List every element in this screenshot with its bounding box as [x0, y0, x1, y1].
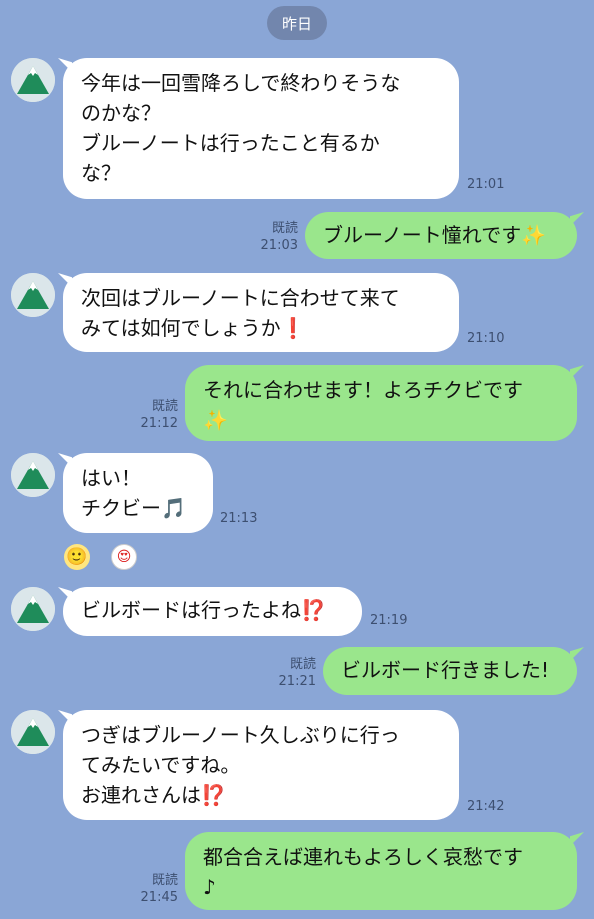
outgoing-message-bubble[interactable]: 都合合えば連れもよろしく哀愁です ♪: [185, 832, 577, 910]
mountain-avatar-icon: [11, 587, 55, 631]
read-receipt: 既読 21:21: [279, 656, 316, 690]
message-time: 21:01: [467, 177, 505, 192]
message-time: 21:42: [467, 799, 505, 814]
incoming-message-bubble[interactable]: つぎはブルーノート久しぶりに行っ てみたいですね。 お連れさんは⁉️: [63, 710, 459, 820]
incoming-message-bubble[interactable]: 今年は一回雪降ろしで終わりそうな のかな？ ブルーノートは行ったこと有るか な？: [63, 58, 459, 199]
mountain-avatar-icon: [11, 710, 55, 754]
sender-avatar[interactable]: [11, 453, 55, 497]
mountain-avatar-icon: [11, 58, 55, 102]
message-time: 21:13: [220, 511, 258, 526]
heart-eyes-face-icon[interactable]: 😍: [111, 544, 137, 570]
message-line: ブルーノートは行ったこと有るか: [81, 131, 380, 155]
message-line: 都合合えば連れもよろしく哀愁です: [203, 845, 523, 869]
smile-face-icon[interactable]: 🙂: [64, 544, 90, 570]
message-line: 今年は一回雪降ろしで終わりそうな: [81, 71, 401, 95]
read-label: 既読: [289, 657, 316, 672]
message-time: 21:45: [140, 890, 178, 905]
message-line: ♪: [203, 875, 216, 899]
message-line: つぎはブルーノート久しぶりに行っ: [81, 723, 400, 747]
bubble-tail: [570, 832, 584, 846]
read-label: 既読: [271, 221, 298, 236]
sender-avatar[interactable]: [11, 58, 55, 102]
outgoing-message-bubble[interactable]: ブルーノート憧れです✨: [305, 212, 577, 259]
message-line: それに合わせます！よろチクビです: [203, 378, 523, 402]
read-receipt: 既読 21:03: [261, 220, 298, 254]
message-line: はい！: [81, 466, 141, 490]
message-line: チクビー🎵: [81, 496, 186, 520]
sender-avatar[interactable]: [11, 587, 55, 631]
message-time: 21:19: [370, 613, 408, 628]
message-line: のかな？: [81, 101, 161, 125]
message-line: てみたいですね。: [81, 753, 241, 777]
message-line: な？: [81, 161, 121, 185]
sender-avatar[interactable]: [11, 710, 55, 754]
read-receipt: 既読 21:12: [141, 398, 178, 432]
message-line: ブルーノート憧れです✨: [323, 223, 547, 247]
message-time: 21:12: [140, 416, 178, 431]
message-time: 21:03: [260, 238, 298, 253]
message-line: ビルボード行きました!: [341, 658, 550, 682]
outgoing-message-bubble[interactable]: それに合わせます！よろチクビです ✨: [185, 365, 577, 441]
mountain-avatar-icon: [11, 453, 55, 497]
mountain-avatar-icon: [11, 273, 55, 317]
message-line: ✨: [203, 408, 228, 432]
message-line: お連れさんは⁉️: [81, 783, 226, 807]
bubble-tail: [570, 212, 584, 226]
bubble-tail: [570, 365, 584, 379]
message-line: ビルボードは行ったよね⁉️: [81, 598, 326, 622]
read-label: 既読: [151, 399, 178, 414]
message-time: 21:21: [278, 674, 316, 689]
bubble-tail: [570, 647, 584, 661]
sender-avatar[interactable]: [11, 273, 55, 317]
message-line: 次回はブルーノートに合わせて来て: [81, 286, 400, 310]
read-label: 既読: [151, 873, 178, 888]
outgoing-message-bubble[interactable]: ビルボード行きました!: [323, 647, 577, 695]
message-line: みては如何でしょうか❗: [81, 316, 306, 340]
read-receipt: 既読 21:45: [141, 872, 178, 906]
date-separator: 昨日: [267, 6, 327, 40]
incoming-message-bubble[interactable]: ビルボードは行ったよね⁉️: [63, 587, 362, 636]
incoming-message-bubble[interactable]: はい！ チクビー🎵: [63, 453, 213, 533]
incoming-message-bubble[interactable]: 次回はブルーノートに合わせて来て みては如何でしょうか❗: [63, 273, 459, 352]
message-time: 21:10: [467, 331, 505, 346]
